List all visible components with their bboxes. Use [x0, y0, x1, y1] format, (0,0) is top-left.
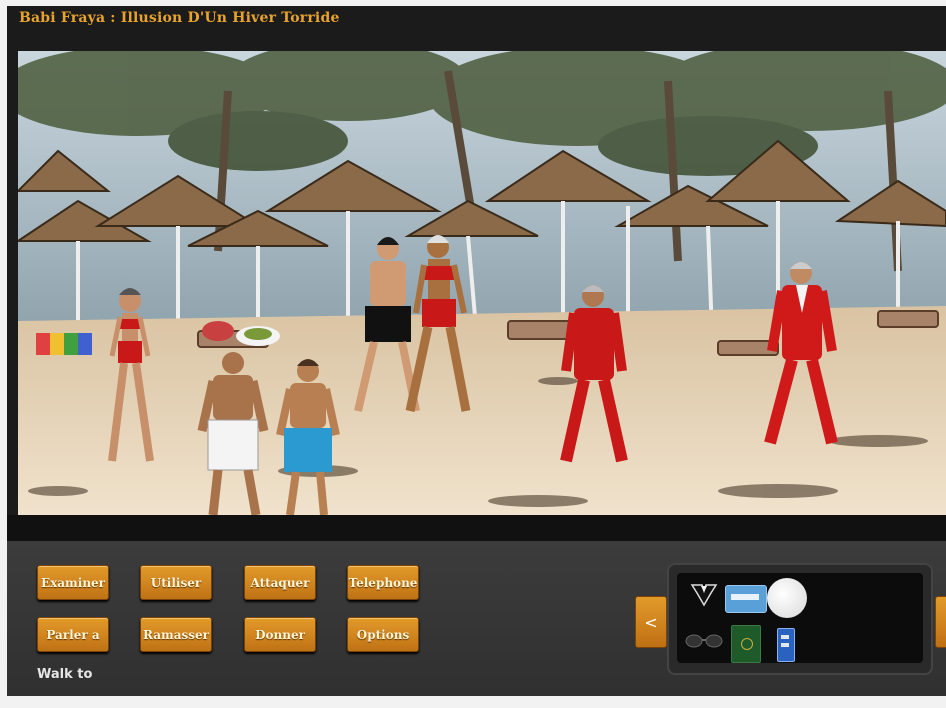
phone-card-icon[interactable]	[777, 628, 795, 662]
white-ball-icon[interactable]	[767, 578, 807, 618]
scene-bottom-band	[7, 515, 946, 541]
verb-donner-button[interactable]: Donner	[244, 617, 316, 652]
game-scene[interactable]	[18, 51, 946, 515]
inventory-slots	[677, 573, 923, 663]
verb-utiliser-button[interactable]: Utiliser	[140, 565, 212, 600]
game-title: Babi Fraya : Illusion D'Un Hiver Torride	[19, 10, 340, 26]
chevron-left-icon: <	[644, 612, 658, 632]
status-line: Walk to	[37, 667, 93, 682]
verb-parler-a-button[interactable]: Parler a	[37, 617, 109, 652]
inventory-scroll-left-button[interactable]: <	[635, 596, 667, 648]
game-window: Babi Fraya : Illusion D'Un Hiver Torride	[7, 6, 946, 696]
inventory-panel	[667, 563, 933, 675]
inventory-scroll-right-button[interactable]	[935, 596, 946, 648]
credit-card-icon[interactable]	[725, 585, 767, 613]
action-panel: Examiner Utiliser Attaquer Telephone Par…	[7, 541, 946, 696]
verb-examiner-button[interactable]: Examiner	[37, 565, 109, 600]
verb-options-button[interactable]: Options	[347, 617, 419, 652]
beach-towel	[36, 333, 92, 355]
sunglasses-icon[interactable]	[685, 633, 723, 649]
verb-ramasser-button[interactable]: Ramasser	[140, 617, 212, 652]
passport-icon[interactable]	[731, 625, 761, 663]
verb-attaquer-button[interactable]: Attaquer	[244, 565, 316, 600]
verb-telephone-button[interactable]: Telephone	[347, 565, 419, 600]
tuxedo-icon[interactable]	[689, 579, 719, 609]
